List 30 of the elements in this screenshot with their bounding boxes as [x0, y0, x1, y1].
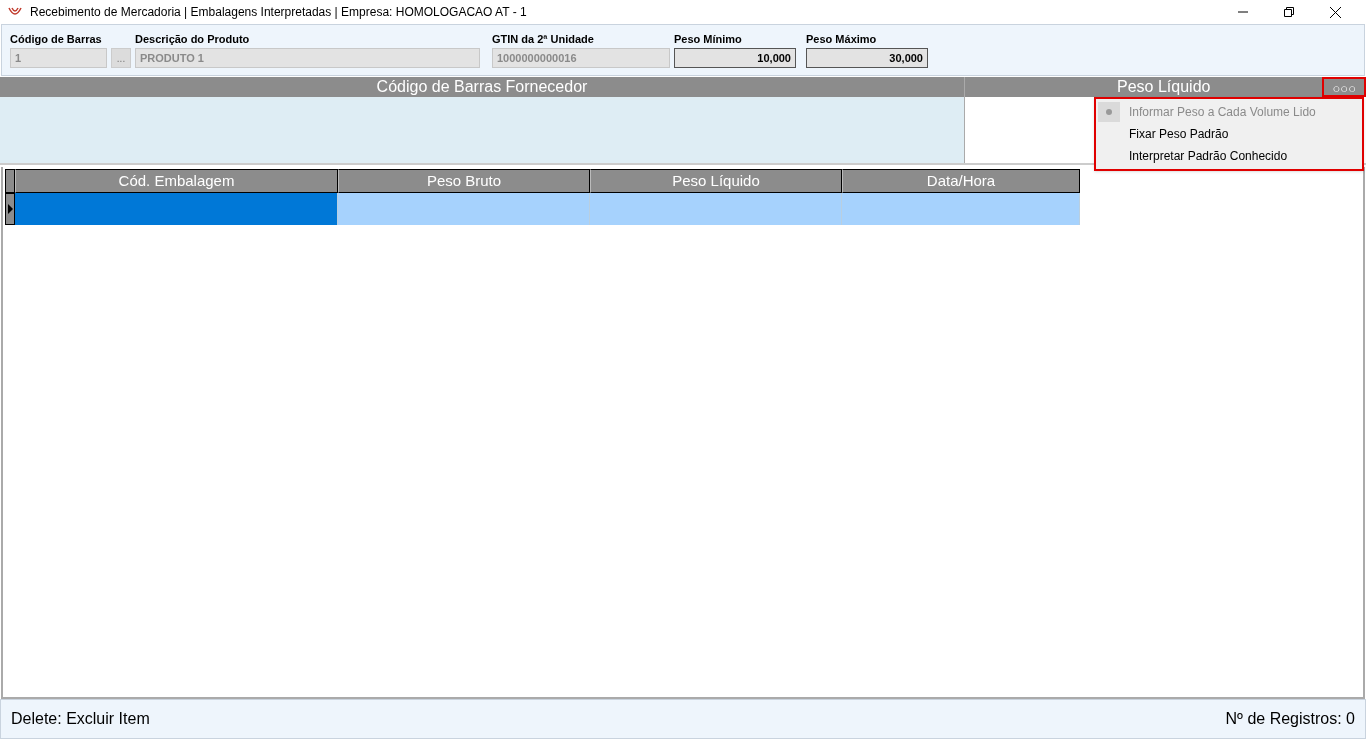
- column-header: Cód. Embalagem: [15, 169, 338, 193]
- column-header: Data/Hora: [842, 169, 1080, 193]
- input-field[interactable]: PRODUTO 1: [135, 48, 480, 68]
- options-button[interactable]: ○○○: [1322, 77, 1366, 97]
- field-label: Descrição do Produto: [135, 32, 251, 46]
- column-header: Peso Líquido: [590, 169, 842, 193]
- window-title: Recebimento de Mercadoria | Embalagens Interpretadas | Empresa: HOMOLOGACAO AT - 1: [30, 4, 527, 21]
- field-label: Código de Barras: [10, 32, 103, 46]
- column-header: Peso Bruto: [338, 169, 590, 193]
- input-field[interactable]: 1000000000016: [492, 48, 670, 68]
- field-label: GTIN da 2ª Unidade: [492, 32, 595, 46]
- status-hint: Delete: Excluir Item: [11, 709, 150, 729]
- lookup-button[interactable]: ...: [111, 48, 131, 68]
- restore-icon: [1284, 7, 1294, 17]
- grid-corner-header: [5, 169, 15, 193]
- app-logo-icon: [8, 6, 22, 18]
- menu-item[interactable]: Fixar Peso Padrão: [1096, 123, 1362, 145]
- input-field[interactable]: 1: [10, 48, 107, 68]
- record-count: Nº de Registros: 0: [1225, 709, 1355, 729]
- column-header: Código de Barras Fornecedor: [0, 77, 964, 97]
- column-header: Peso Líquido: [1116, 77, 1212, 97]
- barcode-input-field[interactable]: [0, 97, 964, 163]
- field-label: Peso Mínimo: [674, 32, 743, 46]
- menu-item[interactable]: Interpretar Padrão Conhecido: [1096, 145, 1362, 167]
- input-field[interactable]: 30,000: [806, 48, 928, 68]
- input-field[interactable]: 10,000: [674, 48, 796, 68]
- row-indicator-icon: [5, 193, 15, 225]
- field-label: Peso Máximo: [806, 32, 878, 46]
- radio-dot-icon: [1106, 109, 1112, 115]
- close-icon: [1329, 6, 1341, 18]
